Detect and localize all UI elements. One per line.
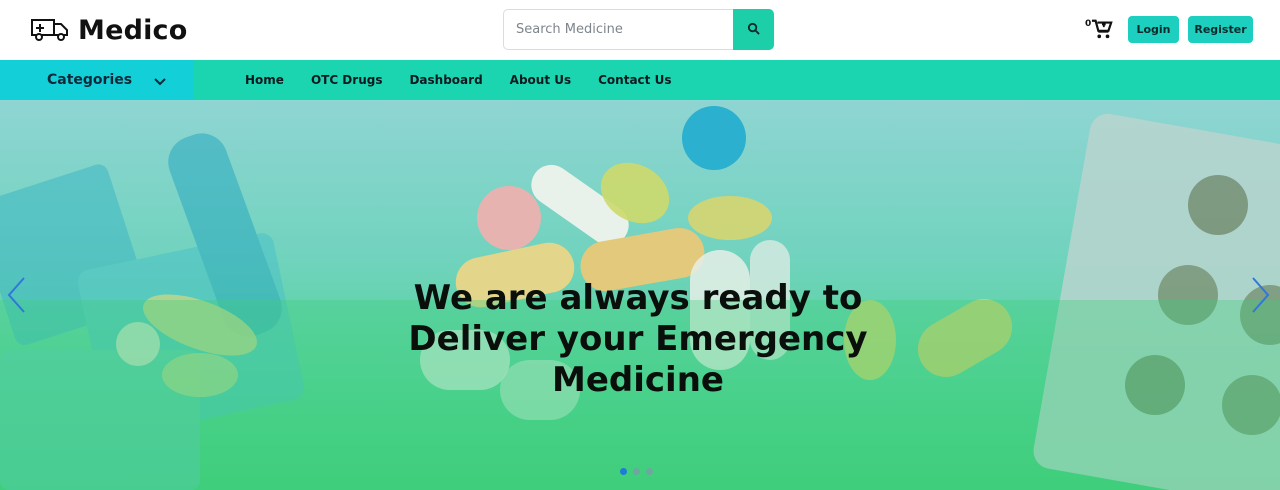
search-bar <box>503 9 774 50</box>
brand-name: Medico <box>78 14 188 46</box>
nav-link-about-us[interactable]: About Us <box>510 73 571 87</box>
carousel-dot[interactable] <box>646 468 653 475</box>
carousel-next-button[interactable] <box>1249 275 1273 315</box>
cart-button[interactable]: 0 <box>1085 18 1113 44</box>
chevron-right-icon <box>1249 277 1273 319</box>
nav-link-contact-us[interactable]: Contact Us <box>598 73 671 87</box>
hero-title: We are always ready to Deliver your Emer… <box>380 278 896 401</box>
carousel-dot[interactable] <box>620 468 627 475</box>
categories-label: Categories <box>47 72 133 88</box>
search-icon <box>747 20 760 39</box>
hero-title-line-1: We are always ready to <box>413 278 863 318</box>
nav-links: Home OTC Drugs Dashboard About Us Contac… <box>245 60 698 100</box>
cart-icon <box>1091 18 1113 44</box>
search-button[interactable] <box>733 9 774 50</box>
login-button[interactable]: Login <box>1128 16 1179 43</box>
ambulance-icon <box>30 14 70 46</box>
chevron-left-icon <box>4 277 28 319</box>
brand[interactable]: Medico <box>30 14 188 46</box>
carousel-prev-button[interactable] <box>4 275 28 315</box>
categories-dropdown[interactable]: Categories <box>0 60 194 100</box>
nav-link-dashboard[interactable]: Dashboard <box>409 73 482 87</box>
nav-link-home[interactable]: Home <box>245 73 284 87</box>
carousel-indicators <box>620 468 659 475</box>
search-input[interactable] <box>503 9 733 50</box>
nav-link-otc-drugs[interactable]: OTC Drugs <box>311 73 383 87</box>
carousel-dot[interactable] <box>633 468 640 475</box>
hero-carousel: We are always ready to Deliver your Emer… <box>0 100 1280 490</box>
register-button[interactable]: Register <box>1188 16 1253 43</box>
hero-title-line-2: Deliver your Emergency <box>408 319 868 359</box>
hero-title-line-3: Medicine <box>552 360 724 400</box>
chevron-down-icon <box>132 71 166 90</box>
top-header: Medico 0 Login Register <box>0 0 1280 60</box>
main-nav: Categories Home OTC Drugs Dashboard Abou… <box>0 60 1280 100</box>
